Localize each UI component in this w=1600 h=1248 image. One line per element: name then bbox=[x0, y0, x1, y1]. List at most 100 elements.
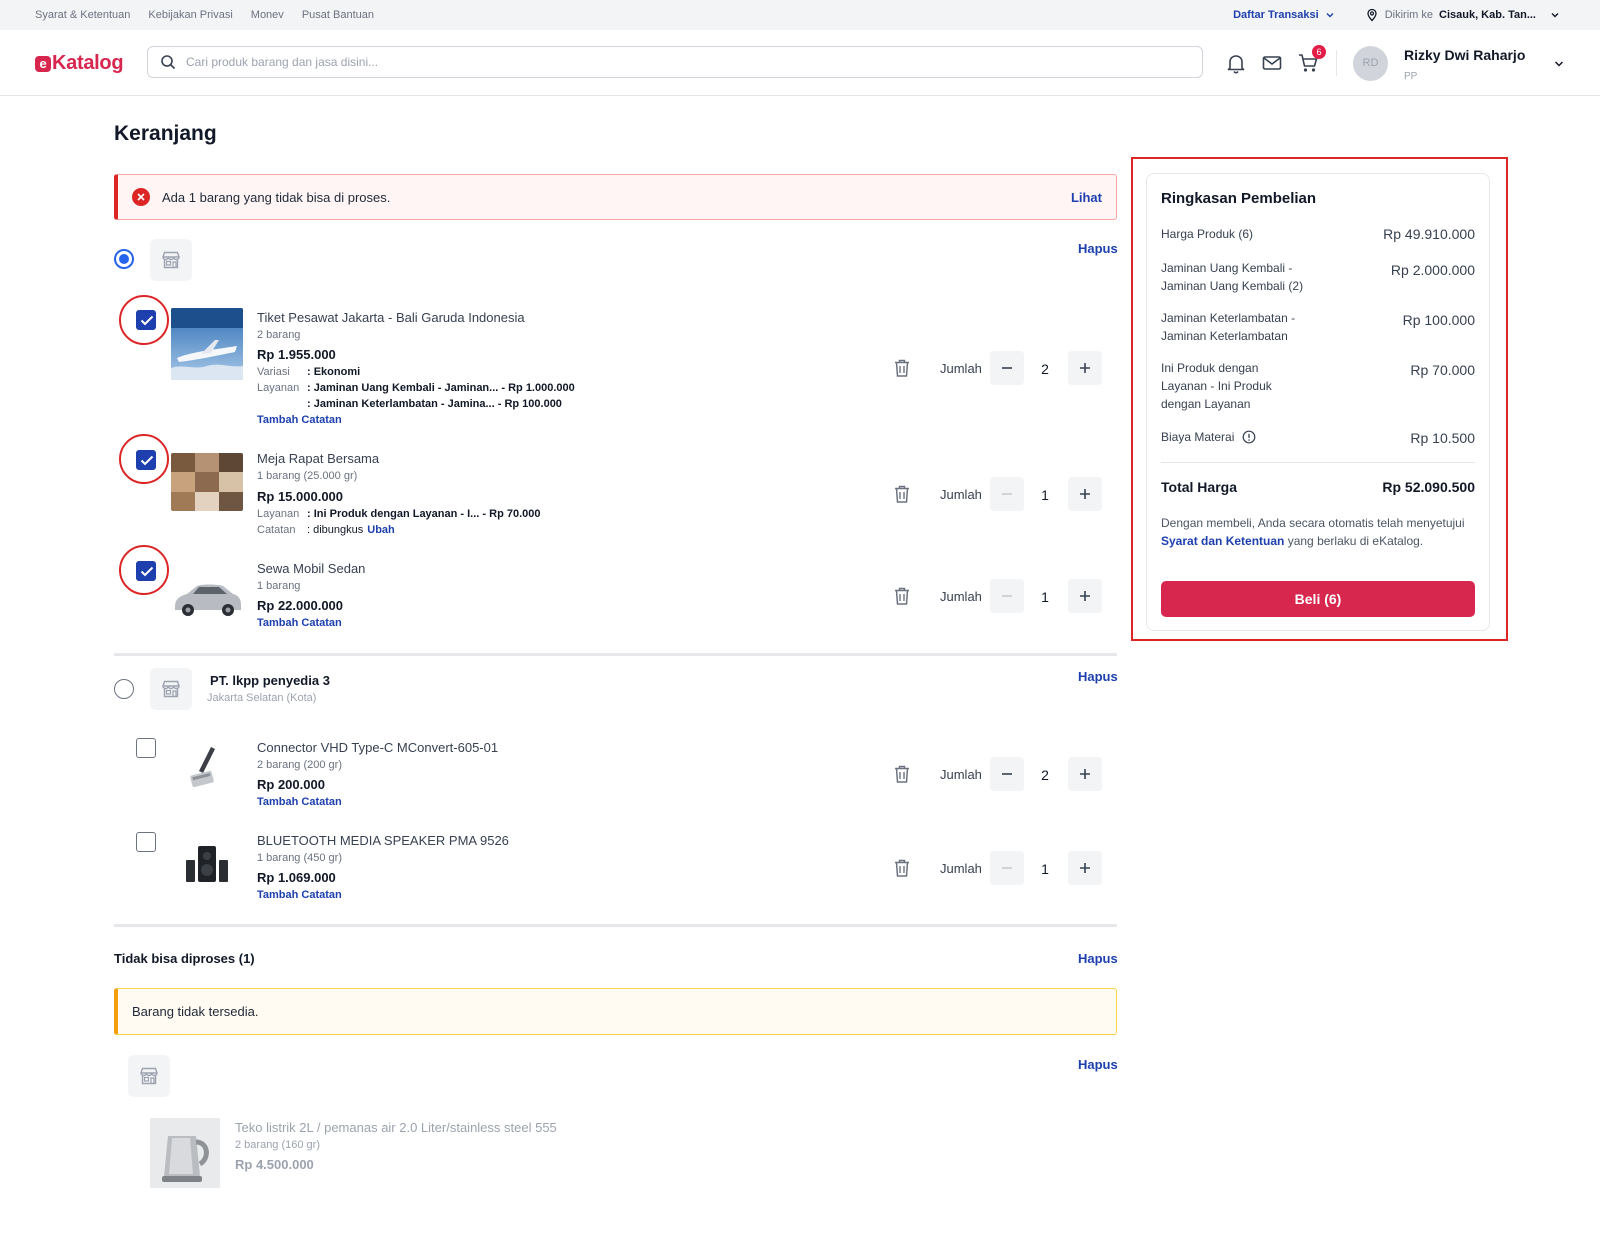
quantity-value[interactable]: 2 bbox=[1025, 361, 1065, 377]
alert-text: Ada 1 barang yang tidak bisa di proses. bbox=[162, 189, 391, 205]
edit-note-link[interactable]: Ubah bbox=[367, 524, 395, 536]
summary-row-label: Jaminan Keterlambatan - Jaminan Keterlam… bbox=[1161, 311, 1296, 343]
item-checkbox[interactable] bbox=[136, 738, 156, 758]
unprocessable-title: Tidak bisa diproses (1) bbox=[114, 951, 255, 966]
service-value: : Jaminan Uang Kembali - Jaminan... - Rp… bbox=[307, 382, 575, 394]
increase-quantity-button[interactable] bbox=[1068, 351, 1102, 385]
messages-button[interactable] bbox=[1261, 52, 1283, 74]
service-row: Layanan : Jaminan Uang Kembali - Jaminan.… bbox=[257, 382, 575, 394]
service-row: Layanan: Ini Produk dengan Layanan - I..… bbox=[257, 508, 541, 520]
ship-location-selector[interactable]: Dikirim ke Cisauk, Kab. Tan... bbox=[1365, 8, 1560, 22]
add-note-link[interactable]: Tambah Catatan bbox=[257, 889, 342, 901]
add-note-link[interactable]: Tambah Catatan bbox=[257, 617, 342, 629]
add-note-link[interactable]: Tambah Catatan bbox=[257, 796, 342, 808]
ekatalog-logo[interactable]: e Katalog bbox=[35, 52, 124, 75]
product-quantity-text: 2 barang (200 gr) bbox=[257, 759, 342, 771]
user-name[interactable]: Rizky Dwi Raharjo bbox=[1404, 47, 1525, 63]
search-bar bbox=[147, 46, 1203, 78]
product-price: Rp 1.069.000 bbox=[257, 870, 336, 885]
main-header: eKatalog 6 RD Rizky Dwi Raharjo PP bbox=[0, 30, 1600, 96]
terms-link[interactable]: Syarat dan Ketentuan bbox=[1161, 534, 1284, 548]
summary-row-value: Rp 2.000.000 bbox=[1390, 262, 1475, 278]
trash-icon[interactable] bbox=[893, 358, 911, 378]
link-help-center[interactable]: Pusat Bantuan bbox=[302, 9, 374, 21]
note-key: Catatan bbox=[257, 524, 296, 536]
remove-store-button[interactable]: Hapus bbox=[1078, 1057, 1118, 1072]
remove-unprocessable-button[interactable]: Hapus bbox=[1078, 951, 1118, 966]
quantity-value[interactable]: 1 bbox=[1025, 589, 1065, 605]
buy-button[interactable]: Beli (6) bbox=[1161, 581, 1475, 617]
product-thumbnail bbox=[150, 1118, 220, 1188]
minus-icon bbox=[1002, 367, 1012, 369]
link-privacy[interactable]: Kebijakan Privasi bbox=[148, 9, 232, 21]
increase-quantity-button[interactable] bbox=[1068, 851, 1102, 885]
decrease-quantity-button[interactable] bbox=[990, 579, 1024, 613]
view-link[interactable]: Lihat bbox=[1071, 190, 1102, 205]
decrease-quantity-button[interactable] bbox=[990, 851, 1024, 885]
add-note-link[interactable]: Tambah Catatan bbox=[257, 414, 342, 426]
product-title[interactable]: Meja Rapat Bersama bbox=[257, 451, 379, 466]
product-title[interactable]: BLUETOOTH MEDIA SPEAKER PMA 9526 bbox=[257, 833, 509, 848]
chevron-down-icon[interactable] bbox=[1553, 58, 1565, 70]
trash-icon[interactable] bbox=[893, 484, 911, 504]
page-title: Keranjang bbox=[114, 122, 217, 145]
quantity-label: Jumlah bbox=[940, 767, 982, 782]
quantity-value[interactable]: 1 bbox=[1025, 861, 1065, 877]
item-checkbox[interactable] bbox=[136, 310, 156, 330]
increase-quantity-button[interactable] bbox=[1068, 757, 1102, 791]
product-title[interactable]: Sewa Mobil Sedan bbox=[257, 561, 365, 576]
summary-row-label: Ini Produk dengan Layanan - Ini Produk d… bbox=[1161, 361, 1272, 411]
service-value: : Jaminan Keterlambatan - Jamina... - Rp… bbox=[307, 398, 562, 410]
service-key: Layanan bbox=[257, 508, 300, 520]
remove-store-button[interactable]: Hapus bbox=[1078, 669, 1118, 684]
notification-button[interactable] bbox=[1225, 52, 1247, 74]
product-title[interactable]: Tiket Pesawat Jakarta - Bali Garuda Indo… bbox=[257, 310, 525, 325]
plus-icon bbox=[1080, 863, 1090, 873]
service-row: : Jaminan Keterlambatan - Jamina... - Rp… bbox=[257, 398, 562, 410]
plus-icon bbox=[1080, 363, 1090, 373]
cart-count-badge: 6 bbox=[1312, 45, 1326, 59]
item-checkbox[interactable] bbox=[136, 832, 156, 852]
plus-icon bbox=[1080, 489, 1090, 499]
total-value: Rp 52.090.500 bbox=[1382, 479, 1475, 495]
product-thumbnail bbox=[171, 572, 243, 622]
quantity-value[interactable]: 2 bbox=[1025, 767, 1065, 783]
info-icon[interactable] bbox=[1242, 430, 1256, 444]
store-name[interactable]: PT. lkpp penyedia 3 bbox=[210, 673, 330, 688]
item-checkbox[interactable] bbox=[136, 561, 156, 581]
avatar[interactable]: RD bbox=[1353, 46, 1388, 81]
store-select-radio[interactable] bbox=[114, 249, 134, 269]
quantity-label: Jumlah bbox=[940, 861, 982, 876]
decrease-quantity-button[interactable] bbox=[990, 477, 1024, 511]
store-avatar bbox=[150, 668, 192, 710]
store-select-radio[interactable] bbox=[114, 679, 134, 699]
error-x-icon bbox=[132, 188, 150, 206]
link-terms[interactable]: Syarat & Ketentuan bbox=[35, 9, 130, 21]
trash-icon[interactable] bbox=[893, 586, 911, 606]
decrease-quantity-button[interactable] bbox=[990, 351, 1024, 385]
trash-icon[interactable] bbox=[893, 764, 911, 784]
search-input[interactable] bbox=[186, 55, 1086, 69]
logo-mark: e bbox=[35, 56, 51, 72]
quantity-value[interactable]: 1 bbox=[1025, 487, 1065, 503]
trash-icon[interactable] bbox=[893, 858, 911, 878]
section-divider bbox=[114, 653, 1117, 656]
summary-row-label: Biaya Materai bbox=[1161, 428, 1256, 446]
link-monev[interactable]: Monev bbox=[251, 9, 284, 21]
ship-label: Dikirim ke bbox=[1384, 9, 1433, 21]
decrease-quantity-button[interactable] bbox=[990, 757, 1024, 791]
product-title[interactable]: Connector VHD Type-C MConvert-605-01 bbox=[257, 740, 498, 755]
transactions-dropdown[interactable]: Daftar Transaksi bbox=[1233, 9, 1335, 21]
increase-quantity-button[interactable] bbox=[1068, 579, 1102, 613]
stamp-duty-label: Biaya Materai bbox=[1161, 430, 1235, 444]
service-key: Layanan bbox=[257, 382, 300, 394]
product-price: Rp 15.000.000 bbox=[257, 489, 344, 504]
summary-row-label: Jaminan Uang Kembali - Jaminan Uang Kemb… bbox=[1161, 261, 1304, 293]
increase-quantity-button[interactable] bbox=[1068, 477, 1102, 511]
remove-store-button[interactable]: Hapus bbox=[1078, 241, 1118, 256]
cart-button[interactable]: 6 bbox=[1297, 45, 1326, 74]
product-price: Rp 1.955.000 bbox=[257, 347, 336, 362]
item-checkbox[interactable] bbox=[136, 450, 156, 470]
quantity-label: Jumlah bbox=[940, 487, 982, 502]
summary-row-value: Rp 70.000 bbox=[1410, 362, 1475, 378]
